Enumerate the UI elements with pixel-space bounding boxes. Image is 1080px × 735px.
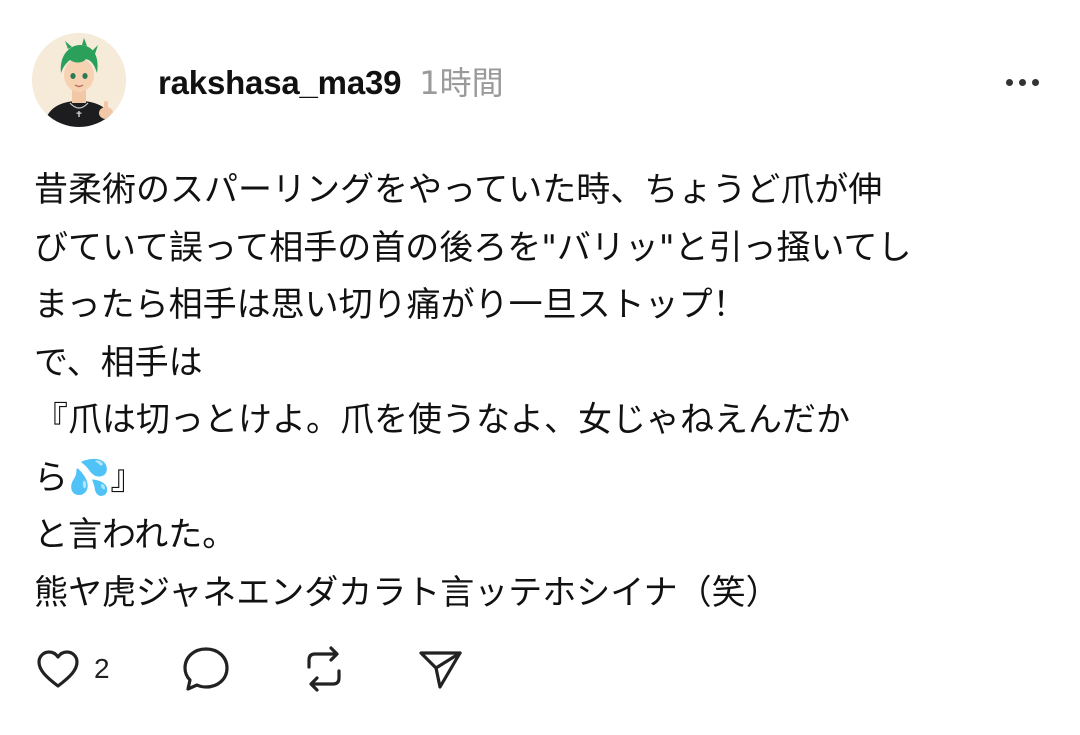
- post-text-line: 昔柔術のスパーリングをやっていた時、ちょうど爪が伸: [34, 170, 883, 210]
- post-text-line: と言われた。: [34, 515, 237, 555]
- post-time: 1時間: [419, 64, 504, 102]
- comment-bubble-icon: [183, 647, 229, 691]
- username[interactable]: rakshasa_ma39: [158, 64, 401, 102]
- dot: [1005, 78, 1013, 86]
- reply-button[interactable]: [180, 643, 298, 695]
- post-text-line: で、相手は: [34, 342, 203, 383]
- like-button[interactable]: 2: [34, 645, 144, 693]
- post-text-line: 熊ヤ虎ジャネエンダカラト言ッテホシイナ（笑）: [34, 572, 780, 613]
- post-body: 昔柔術のスパーリングをやっていた時、ちょうど爪が伸 びていて誤って相手の首の後ろ…: [34, 162, 1044, 622]
- post-text-line: ら💦』: [34, 457, 145, 498]
- send-icon: [419, 651, 462, 689]
- post-actions: 2: [34, 643, 476, 695]
- repost-button[interactable]: [298, 643, 416, 695]
- avatar-image: [32, 33, 126, 127]
- post-header: rakshasa_ma39 1時間: [158, 58, 504, 104]
- repost-icon: [307, 646, 341, 692]
- dot: [1018, 78, 1026, 86]
- more-options-icon[interactable]: [998, 68, 1046, 96]
- dot: [1031, 78, 1039, 86]
- like-count: 2: [94, 653, 110, 684]
- post-text-line: びていて誤って相手の首の後ろを"バリッ"と引っ掻いてし: [34, 227, 912, 268]
- heart-icon: [37, 650, 79, 688]
- post-text-line: まったら相手は思い切り痛がり一旦ストップ！: [34, 285, 747, 325]
- share-button[interactable]: [416, 645, 476, 693]
- post-text-line: 『爪は切っとけよ。爪を使うなよ、女じゃねえんだか: [34, 400, 850, 440]
- avatar[interactable]: [32, 33, 126, 127]
